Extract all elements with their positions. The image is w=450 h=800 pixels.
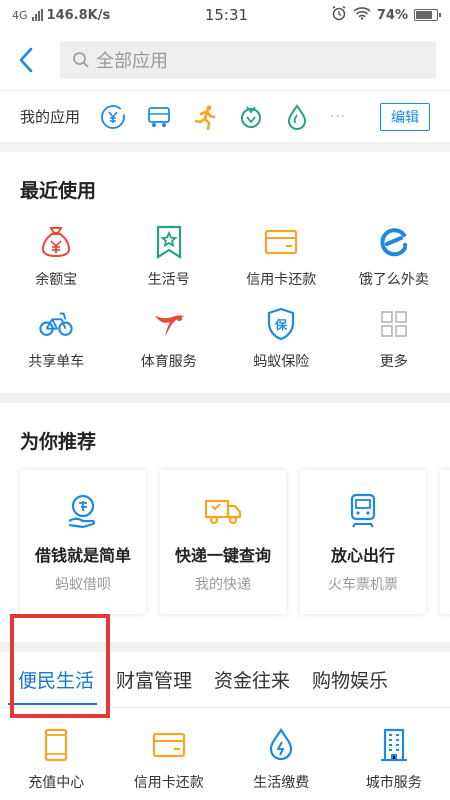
search-icon — [73, 52, 89, 68]
money-bag-icon — [39, 225, 73, 259]
recommend-title: 为你推荐 — [20, 431, 97, 453]
app-more[interactable]: 更多 — [338, 301, 450, 383]
app-label: 城市服务 — [365, 775, 422, 791]
my-apps-label: 我的应用 — [20, 108, 81, 126]
header: 全部应用 — [0, 30, 450, 90]
card-subtitle: 我的快递 — [195, 577, 251, 593]
app-label: 饿了么外卖 — [358, 272, 429, 288]
app-label: 蚂蚁保险 — [253, 354, 310, 370]
loan-hand-icon — [64, 492, 102, 530]
app-shenghuohao[interactable]: 生活号 — [113, 219, 226, 301]
recommend-card-travel[interactable]: 放心出行 火车票机票 — [300, 470, 426, 614]
bicycle-icon — [39, 307, 73, 341]
recent-title: 最近使用 — [20, 180, 97, 202]
card-title: 放心出行 — [330, 546, 395, 565]
train-icon — [344, 492, 382, 530]
app-label: 共享单车 — [28, 354, 85, 370]
app-label: 更多 — [379, 354, 408, 370]
app-root: 4G 146.8K/s 15:31 74% 全部应用 我的应用 ··· 编辑 最… — [0, 0, 450, 800]
app-bike[interactable]: 共享单车 — [0, 301, 113, 383]
grid-more-icon — [377, 307, 411, 341]
services-section: 便民生活 财富管理 资金往来 购物娱乐 充值中心 信用卡还款 生活缴费 城市服务 — [0, 652, 450, 800]
tab-funds[interactable]: 资金往来 — [203, 652, 301, 707]
credit-card-icon — [264, 225, 298, 259]
card-subtitle: 蚂蚁借呗 — [55, 577, 111, 593]
leaf-drop-icon[interactable] — [284, 103, 310, 130]
more-dots[interactable]: ··· — [330, 109, 346, 125]
recommend-card-express[interactable]: 快递一键查询 我的快递 — [160, 470, 286, 614]
chevron-left-icon — [19, 47, 33, 73]
runner-icon[interactable] — [192, 104, 218, 130]
status-bar: 4G 146.8K/s 15:31 74% — [0, 0, 450, 30]
recommend-card-partial[interactable] — [440, 470, 450, 614]
eleme-icon — [377, 225, 411, 259]
app-credit-card[interactable]: 信用卡还款 — [225, 219, 338, 301]
app-topup[interactable]: 充值中心 — [0, 722, 113, 800]
tab-wealth[interactable]: 财富管理 — [105, 652, 203, 707]
delivery-truck-icon — [204, 492, 242, 530]
search-placeholder: 全部应用 — [96, 51, 168, 72]
app-eleme[interactable]: 饿了么外卖 — [338, 219, 450, 301]
app-label: 生活缴费 — [253, 775, 310, 791]
app-label: 余额宝 — [35, 272, 78, 288]
app-label: 充值中心 — [28, 775, 85, 791]
clock: 15:31 — [204, 6, 249, 24]
phone-topup-icon — [39, 728, 73, 762]
battery-percent: 74% — [376, 7, 408, 23]
yen-icon[interactable] — [100, 104, 126, 130]
sports-icon — [152, 307, 186, 341]
app-yuebao[interactable]: 余额宝 — [0, 219, 113, 301]
app-city[interactable]: 城市服务 — [338, 722, 450, 800]
food-icon[interactable] — [238, 104, 264, 130]
shield-icon: 保 — [264, 307, 298, 341]
building-icon — [377, 728, 411, 762]
network-type: 4G — [12, 8, 28, 22]
app-label: 生活号 — [147, 272, 190, 288]
edit-button[interactable]: 编辑 — [380, 102, 430, 131]
alarm-icon — [331, 5, 347, 25]
app-label: 信用卡还款 — [246, 272, 317, 288]
card-title: 快递一键查询 — [174, 546, 271, 565]
tab-shopping[interactable]: 购物娱乐 — [301, 652, 399, 707]
category-tabs: 便民生活 财富管理 资金往来 购物娱乐 — [0, 652, 450, 708]
recommend-section: 为你推荐 借钱就是简单 蚂蚁借呗 快递一键查询 我的快递 放心出行 火车票机票 — [0, 403, 450, 642]
search-input[interactable]: 全部应用 — [60, 41, 436, 79]
battery-icon — [414, 9, 441, 21]
svg-text:保: 保 — [274, 317, 288, 332]
network-speed: 146.8K/s — [46, 7, 111, 23]
app-sports[interactable]: 体育服务 — [113, 301, 226, 383]
back-button[interactable] — [18, 40, 48, 80]
app-label: 体育服务 — [140, 354, 197, 370]
credit-card-icon — [152, 728, 186, 762]
wifi-icon — [353, 6, 371, 24]
app-insurance[interactable]: 保 蚂蚁保险 — [225, 301, 338, 383]
bus-card-icon[interactable] — [146, 104, 172, 130]
recent-section: 最近使用 余额宝 生活号 信用卡还款 饿了么外卖 共享单车 体育服务 保 蚂蚁保… — [0, 152, 450, 393]
app-credit-card-2[interactable]: 信用卡还款 — [113, 722, 226, 800]
recommend-card-loan[interactable]: 借钱就是简单 蚂蚁借呗 — [20, 470, 146, 614]
bookmark-star-icon — [152, 225, 186, 259]
card-title: 借钱就是简单 — [34, 546, 131, 565]
signal-icon — [31, 9, 43, 21]
utility-drop-icon — [264, 728, 298, 762]
my-apps-bar: 我的应用 ··· 编辑 — [0, 90, 450, 142]
app-label: 信用卡还款 — [133, 775, 204, 791]
tab-convenience[interactable]: 便民生活 — [0, 652, 105, 707]
card-subtitle: 火车票机票 — [328, 577, 398, 593]
app-utilities[interactable]: 生活缴费 — [225, 722, 338, 800]
